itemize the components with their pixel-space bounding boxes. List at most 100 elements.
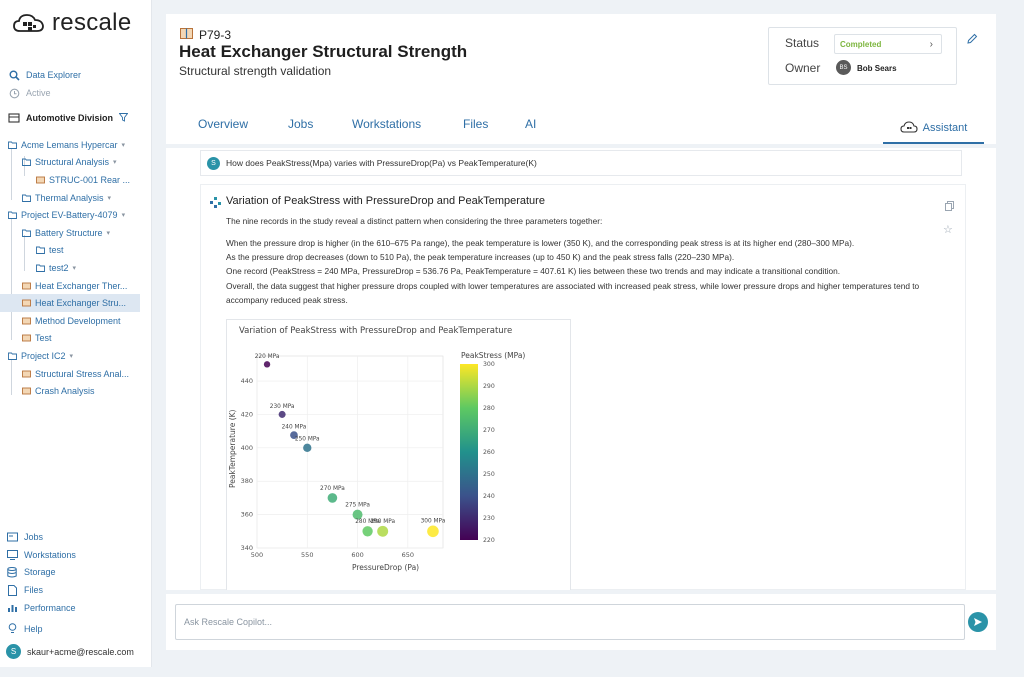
colorbar-tick-label: 220 <box>483 537 495 544</box>
data-label: 230 MPa <box>270 404 295 410</box>
monitor-icon <box>6 549 18 561</box>
nav-storage[interactable]: Storage <box>6 564 76 582</box>
database-icon <box>6 566 18 578</box>
lightbulb-icon <box>6 623 18 635</box>
chevron-down-icon[interactable]: ▾ <box>113 158 117 166</box>
answer-paragraph: Overall, the data suggest that higher pr… <box>226 280 920 305</box>
data-label: 300 MPa <box>421 519 446 525</box>
user-email: skaur+acme@rescale.com <box>27 646 134 657</box>
division-selector[interactable]: Automotive Division <box>8 112 129 124</box>
status-owner-panel: Status Completed › Owner BS Bob Sears <box>768 27 957 85</box>
folder-icon <box>22 194 31 202</box>
tree-folder-battery[interactable]: Battery Structure ▾ <box>0 224 152 242</box>
tree-project-ic2[interactable]: Project IC2 ▾ <box>0 347 152 365</box>
colorbar-tick-label: 300 <box>483 361 495 368</box>
filter-icon[interactable] <box>118 112 129 124</box>
tree-label: Heat Exchanger Stru... <box>35 298 127 309</box>
project-id-text: P79-3 <box>199 28 232 42</box>
y-tick-label: 380 <box>241 477 253 485</box>
tab-jobs[interactable]: Jobs <box>288 117 313 131</box>
owner-name: Bob Sears <box>857 64 897 73</box>
send-button[interactable] <box>968 612 988 632</box>
nav-jobs[interactable]: Jobs <box>6 528 76 546</box>
colorbar-tick-label: 250 <box>483 471 495 478</box>
tree-job-method[interactable]: Method Development <box>0 312 152 330</box>
tree-label: Method Development <box>35 315 121 326</box>
nav-label: Workstations <box>24 549 76 560</box>
avatar: BS <box>836 60 851 75</box>
data-label: 220 MPa <box>255 354 280 360</box>
jobs-icon <box>6 531 18 543</box>
nav-help[interactable]: Help <box>6 620 76 638</box>
pencil-icon[interactable] <box>967 33 978 47</box>
chevron-down-icon[interactable]: ▾ <box>122 211 126 219</box>
scatter-chart: Variation of PeakStress with PressureDro… <box>226 319 571 590</box>
cloud-logo-icon <box>13 14 44 32</box>
tab-ai[interactable]: AI <box>525 117 536 131</box>
status-value: Completed <box>840 39 882 49</box>
rescale-logo[interactable]: rescale <box>12 9 131 36</box>
tree-job-struc001[interactable]: STRUC-001 Rear ... <box>0 171 152 189</box>
tree-job-structural-stress[interactable]: Structural Stress Anal... <box>0 365 152 383</box>
tree-label: Project IC2 <box>21 350 66 361</box>
chart-title: Variation of PeakStress with PressureDro… <box>239 326 512 336</box>
tree-job-crash[interactable]: Crash Analysis <box>0 382 152 400</box>
tab-assistant-label: Assistant <box>922 122 968 134</box>
project-book-icon <box>180 28 193 42</box>
tab-files[interactable]: Files <box>463 117 488 131</box>
division-label: Automotive Division <box>26 113 114 123</box>
tree-folder-structural[interactable]: Structural Analysis ▾ <box>0 154 152 172</box>
x-tick-label: 500 <box>251 551 263 559</box>
project-tree: Acme Lemans Hypercar ▾ Structural Analysi… <box>0 136 152 400</box>
tab-overview[interactable]: Overview <box>198 117 248 131</box>
tree-job-test[interactable]: Test <box>0 330 152 348</box>
copy-icon[interactable] <box>945 200 954 214</box>
tree-job-heat-structural[interactable]: Heat Exchanger Stru... <box>0 294 140 312</box>
tree-project-acme[interactable]: Acme Lemans Hypercar ▾ <box>0 136 152 154</box>
nav-label: Jobs <box>24 531 44 542</box>
nav-data-explorer[interactable]: Data Explorer <box>8 66 81 84</box>
building-icon <box>8 112 20 124</box>
nav-files[interactable]: Files <box>6 581 76 599</box>
sparkle-icon <box>210 197 222 212</box>
tree-project-ev[interactable]: Project EV-Battery-4079 ▾ <box>0 206 152 224</box>
status-dropdown[interactable]: Completed › <box>834 34 942 54</box>
data-point <box>427 525 439 538</box>
user-menu[interactable]: S skaur+acme@rescale.com <box>6 644 134 659</box>
tree-label: Thermal Analysis <box>35 192 104 203</box>
nav-active[interactable]: Active <box>8 84 81 102</box>
chart-canvas: Variation of PeakStress with PressureDro… <box>228 326 525 572</box>
y-tick-label: 400 <box>241 444 253 452</box>
tree-folder-test2[interactable]: test2 ▾ <box>0 259 152 277</box>
x-tick-label: 650 <box>402 551 414 559</box>
chevron-down-icon[interactable]: ▾ <box>70 352 74 360</box>
nav-workstations[interactable]: Workstations <box>6 546 76 564</box>
status-label: Status <box>785 36 820 50</box>
chat-input[interactable] <box>175 604 965 640</box>
cloud-icon <box>900 120 918 136</box>
tab-bar: Overview Jobs Workstations Files AI Assi… <box>166 114 996 144</box>
colorbar-tick-label: 240 <box>483 493 495 500</box>
assistant-answer: Variation of PeakStress with PressureDro… <box>200 184 966 590</box>
nav-performance[interactable]: Performance <box>6 599 76 617</box>
data-label: 290 MPa <box>370 519 395 525</box>
tree-label: STRUC-001 Rear ... <box>49 174 131 185</box>
answer-paragraph: One record (PeakStress = 240 MPa, Pressu… <box>226 266 841 277</box>
star-icon[interactable]: ☆ <box>943 223 953 236</box>
y-axis-label: PeakTemperature (K) <box>228 409 237 488</box>
chevron-down-icon[interactable]: ▾ <box>107 229 111 237</box>
tree-folder-thermal[interactable]: Thermal Analysis ▾ <box>0 189 152 207</box>
tree-folder-test[interactable]: test <box>0 242 152 260</box>
tree-job-heat-thermal[interactable]: Heat Exchanger Ther... <box>0 277 152 295</box>
data-point <box>377 525 389 537</box>
chevron-down-icon[interactable]: ▾ <box>108 194 112 202</box>
job-icon <box>36 176 45 184</box>
data-point <box>303 443 312 453</box>
folder-icon <box>8 211 17 220</box>
chevron-down-icon[interactable]: ▾ <box>122 141 126 149</box>
composer <box>166 594 996 650</box>
tab-assistant[interactable]: Assistant <box>883 114 984 144</box>
data-label: 250 MPa <box>295 437 320 443</box>
chevron-down-icon[interactable]: ▾ <box>73 264 77 272</box>
tab-workstations[interactable]: Workstations <box>352 117 421 131</box>
